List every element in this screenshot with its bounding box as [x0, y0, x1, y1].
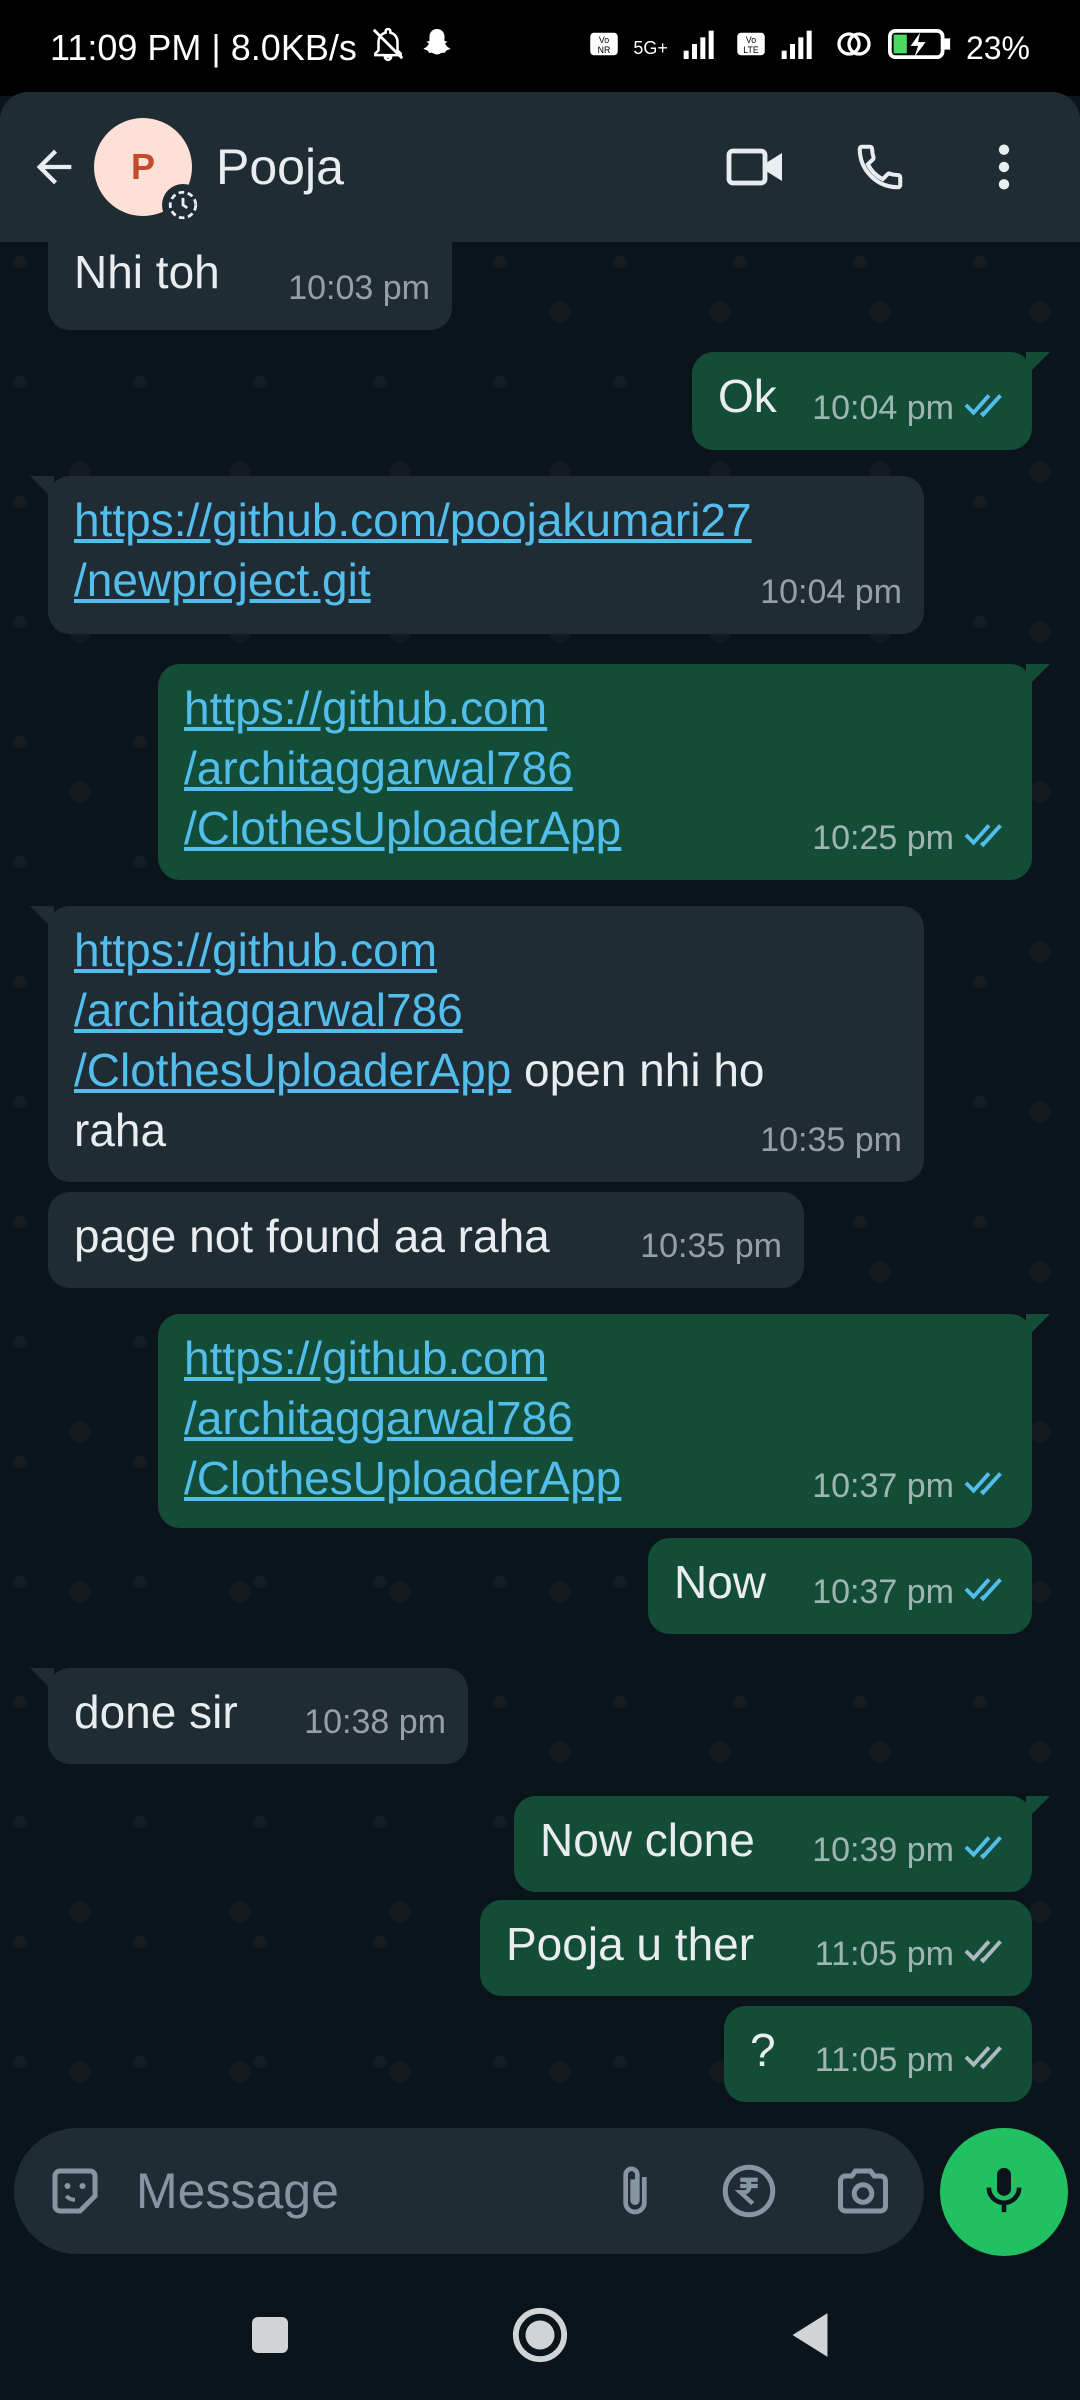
svg-text:LTE: LTE — [743, 45, 759, 55]
message-outgoing[interactable]: https://github.com/architaggarwal786/Clo… — [158, 1314, 1050, 1528]
signal-icon — [682, 27, 722, 69]
phone-icon[interactable] — [848, 135, 912, 199]
chat-header: P Pooja — [0, 92, 1080, 242]
network-type: 5G+ — [633, 37, 668, 58]
read-receipt-icon — [964, 808, 1010, 868]
message-outgoing[interactable]: ? 11:05 pm — [724, 2006, 1032, 2102]
message-link[interactable]: https://github.com/architaggarwal786/Clo… — [74, 924, 511, 1096]
avatar-letter: P — [130, 146, 155, 187]
delivered-receipt-icon — [964, 2030, 1010, 2090]
message-incoming[interactable]: https://github.com/poojakumari27/newproj… — [30, 476, 924, 634]
hotspot-link-icon — [834, 27, 874, 69]
message-link[interactable]: https://github.com/architaggarwal786/Clo… — [184, 682, 621, 854]
read-receipt-icon — [964, 378, 1010, 438]
back-icon[interactable] — [775, 2300, 845, 2370]
message-time: 10:03 pm — [288, 269, 430, 307]
home-icon[interactable] — [505, 2300, 575, 2370]
volte-nr-icon: Vo NR — [589, 29, 619, 67]
recents-icon[interactable] — [235, 2300, 305, 2370]
avatar[interactable]: P — [94, 118, 204, 226]
message-time: 10:35 pm — [760, 1121, 902, 1159]
message-time: 10:39 pm — [812, 1831, 954, 1869]
message-time: 10:37 pm — [812, 1467, 954, 1505]
read-receipt-icon — [964, 1456, 1010, 1516]
message-time: 10:38 pm — [304, 1703, 446, 1741]
message-link[interactable]: https://github.com/poojakumari27/newproj… — [74, 494, 752, 606]
camera-icon[interactable] — [828, 2156, 898, 2226]
message-time: 10:04 pm — [760, 573, 902, 611]
message-time: 10:37 pm — [812, 1573, 954, 1611]
message-time: 10:35 pm — [640, 1227, 782, 1265]
rupee-payment-icon[interactable] — [714, 2156, 784, 2226]
svg-text:Vo: Vo — [599, 35, 609, 45]
more-vert-icon[interactable] — [972, 135, 1036, 199]
attach-icon[interactable] — [600, 2156, 670, 2226]
snapchat-icon — [419, 26, 455, 71]
mic-icon — [976, 2160, 1032, 2225]
message-incoming[interactable]: Nhi toh 10:03 pm — [48, 242, 452, 330]
svg-text:Vo: Vo — [746, 35, 756, 45]
system-nav-bar — [0, 2270, 1080, 2400]
message-outgoing[interactable]: Now clone 10:39 pm — [514, 1796, 1050, 1892]
back-arrow-icon[interactable] — [24, 137, 84, 197]
battery-charging-icon — [887, 27, 952, 69]
read-receipt-icon — [964, 1820, 1010, 1880]
message-time: 11:05 pm — [814, 2041, 954, 2079]
signal-icon-2 — [780, 27, 820, 69]
message-outgoing[interactable]: Pooja u ther 11:05 pm — [480, 1900, 1032, 1996]
message-incoming[interactable]: https://github.com/architaggarwal786/Clo… — [30, 906, 924, 1182]
message-input[interactable]: Message — [136, 2162, 556, 2220]
read-receipt-icon — [964, 1562, 1010, 1622]
sticker-icon[interactable] — [40, 2156, 110, 2226]
video-call-icon[interactable] — [724, 135, 788, 199]
message-time: 11:05 pm — [814, 1935, 954, 1973]
contact-name[interactable]: Pooja — [216, 138, 344, 196]
svg-text:NR: NR — [598, 45, 611, 55]
delivered-receipt-icon — [964, 1924, 1010, 1984]
status-update-icon — [162, 184, 204, 226]
mute-bell-icon — [369, 25, 407, 72]
message-time: 10:04 pm — [812, 389, 954, 427]
message-incoming[interactable]: page not found aa raha 10:35 pm — [48, 1192, 804, 1288]
message-outgoing[interactable]: https://github.com/architaggarwal786/Clo… — [158, 664, 1050, 880]
message-time: 10:25 pm — [812, 819, 954, 857]
message-outgoing[interactable]: Now 10:37 pm — [648, 1538, 1032, 1634]
message-text: open nhi ho — [511, 1044, 765, 1096]
battery-percent: 23% — [965, 29, 1030, 66]
mic-button[interactable] — [940, 2128, 1068, 2256]
message-incoming[interactable]: done sir 10:38 pm — [30, 1668, 468, 1764]
chat-area[interactable]: Nhi toh 10:03 pm Ok 10:04 pm https://git… — [0, 242, 1080, 2122]
volte-lte-icon: Vo LTE — [736, 29, 766, 67]
message-composer: Message — [14, 2128, 924, 2254]
status-bar: 11:09 PM | 8.0KB/s Vo NR 5G+ Vo LTE 23% — [0, 0, 1080, 96]
message-link[interactable]: https://github.com/architaggarwal786/Clo… — [184, 1332, 621, 1504]
message-text-2: raha — [74, 1104, 167, 1156]
status-time-speed: 11:09 PM | 8.0KB/s — [50, 27, 357, 68]
message-outgoing[interactable]: Ok 10:04 pm — [692, 352, 1050, 450]
